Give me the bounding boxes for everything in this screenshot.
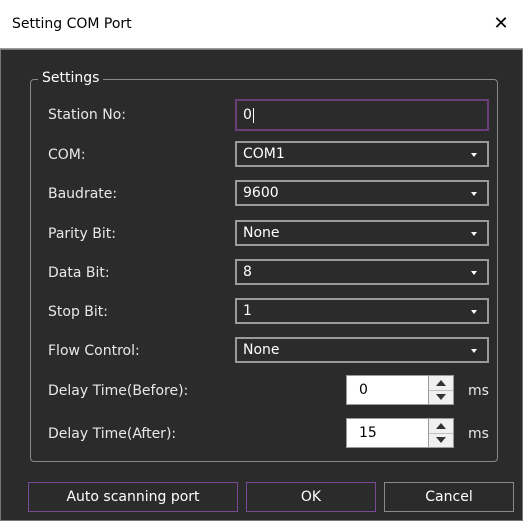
parity-bit-select[interactable]: None	[235, 220, 489, 246]
com-select[interactable]: COM1	[235, 141, 489, 167]
dropdown-arrow-icon	[471, 310, 477, 314]
baudrate-value: 9600	[243, 185, 279, 201]
spin-up-icon[interactable]	[429, 419, 453, 434]
data-bit-select[interactable]: 8	[235, 259, 489, 285]
parity-bit-label: Parity Bit:	[48, 226, 116, 242]
spin-up-icon[interactable]	[429, 376, 453, 391]
flow-control-label: Flow Control:	[48, 343, 140, 359]
window-title: Setting COM Port	[12, 16, 132, 32]
delay-before-label: Delay Time(Before):	[48, 383, 189, 399]
baudrate-label: Baudrate:	[48, 186, 118, 202]
ok-button[interactable]: OK	[246, 482, 376, 512]
delay-before-value: 0	[359, 382, 368, 398]
text-caret	[252, 107, 254, 123]
delay-before-spinbox[interactable]: 0	[346, 375, 454, 405]
dropdown-arrow-icon	[471, 232, 477, 236]
close-icon[interactable]: ✕	[487, 10, 515, 38]
parity-bit-value: None	[243, 225, 280, 241]
spin-buttons	[428, 376, 453, 404]
spin-down-icon[interactable]	[429, 390, 453, 404]
title-bar: Setting COM Port ✕	[0, 0, 523, 49]
flow-control-value: None	[243, 342, 280, 358]
delay-before-unit: ms	[468, 383, 489, 399]
station-no-value: 0	[243, 107, 252, 123]
com-label: COM:	[48, 147, 86, 163]
station-no-input[interactable]: 0	[235, 99, 489, 131]
dropdown-arrow-icon	[471, 349, 477, 353]
data-bit-label: Data Bit:	[48, 265, 110, 281]
settings-group-title: Settings	[38, 70, 104, 86]
cancel-button[interactable]: Cancel	[384, 482, 514, 512]
dropdown-arrow-icon	[471, 271, 477, 275]
spin-buttons	[428, 419, 453, 447]
baudrate-select[interactable]: 9600	[235, 180, 489, 206]
flow-control-select[interactable]: None	[235, 337, 489, 363]
delay-after-label: Delay Time(After):	[48, 426, 177, 442]
stop-bit-select[interactable]: 1	[235, 298, 489, 324]
data-bit-value: 8	[243, 264, 252, 280]
delay-after-value: 15	[359, 425, 377, 441]
auto-scanning-port-button[interactable]: Auto scanning port	[28, 482, 238, 512]
com-value: COM1	[243, 146, 285, 162]
station-no-label: Station No:	[48, 107, 126, 123]
spin-down-icon[interactable]	[429, 433, 453, 447]
delay-after-spinbox[interactable]: 15	[346, 418, 454, 448]
stop-bit-label: Stop Bit:	[48, 304, 108, 320]
stop-bit-value: 1	[243, 303, 252, 319]
dropdown-arrow-icon	[471, 153, 477, 157]
dropdown-arrow-icon	[471, 192, 477, 196]
delay-after-unit: ms	[468, 426, 489, 442]
